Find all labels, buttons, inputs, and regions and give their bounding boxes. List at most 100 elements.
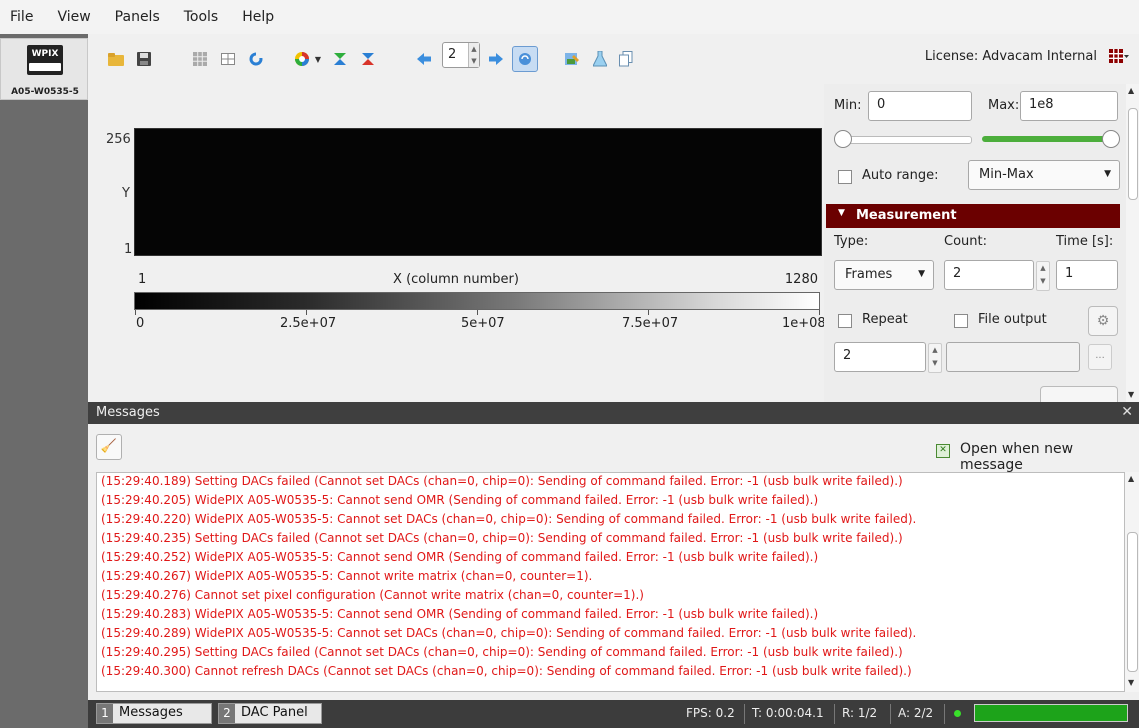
type-label: Type: <box>834 234 869 249</box>
scroll-up-icon[interactable]: ▲ <box>1128 86 1134 95</box>
message-log[interactable]: (15:29:40.189) Setting DACs failed (Cann… <box>96 472 1125 692</box>
open-folder-icon[interactable] <box>108 51 124 67</box>
count-label: Count: <box>944 234 987 249</box>
repeat-checkbox[interactable] <box>838 314 852 328</box>
measurement-section-header[interactable]: ▼ Measurement <box>826 204 1120 228</box>
image-edit-icon[interactable] <box>564 51 580 67</box>
max-slider-track[interactable] <box>982 136 1110 142</box>
image-view: 256 Y 1 1 X (column number) 1280 0 2.5e+… <box>88 84 826 402</box>
device-chip-label: WPIX <box>31 49 59 59</box>
status-divider <box>890 704 891 724</box>
tab-label: Messages <box>119 705 183 720</box>
settings-gear-button[interactable]: ⚙ <box>1088 306 1118 336</box>
messages-title: Messages <box>96 405 160 420</box>
log-scrollbar[interactable]: ▲ ▼ <box>1125 472 1139 692</box>
max-input[interactable]: 1e8 <box>1020 91 1118 121</box>
count-input[interactable]: 2 <box>944 260 1034 290</box>
mask-icon[interactable] <box>360 51 376 67</box>
file-output-label: File output <box>978 312 1047 327</box>
colorbar-tick <box>477 310 478 315</box>
range-mode-select[interactable]: Min-Max ▼ <box>968 160 1120 190</box>
log-line: (15:29:40.289) WidePIX A05-W0535-5: Cann… <box>101 626 917 640</box>
tab-dac-panel[interactable]: 2 DAC Panel <box>218 703 322 724</box>
sync-icon[interactable] <box>512 46 538 72</box>
auto-range-checkbox[interactable] <box>838 170 852 184</box>
arrow-right-icon[interactable] <box>488 51 504 67</box>
log-line: (15:29:40.235) Setting DACs failed (Cann… <box>101 531 903 545</box>
x-axis-max: 1280 <box>784 272 818 287</box>
repeat-label: Repeat <box>862 312 908 327</box>
status-divider <box>944 704 945 724</box>
main-toolbar: ▼ 2 ▲ ▼ License: Advacam Internal <box>88 34 1139 84</box>
file-path-input[interactable] <box>946 342 1080 372</box>
min-label: Min: <box>834 98 862 113</box>
settings-scrollbar[interactable]: ▲ ▼ <box>1126 84 1139 402</box>
menu-tools[interactable]: Tools <box>172 0 231 34</box>
tab-number: 2 <box>219 704 235 723</box>
colorbar-label: 1e+08 <box>782 316 826 331</box>
type-select[interactable]: Frames ▼ <box>834 260 934 290</box>
start-button[interactable] <box>1040 386 1118 403</box>
scroll-down-icon[interactable]: ▼ <box>1128 390 1134 399</box>
auto-range-label: Auto range: <box>862 168 939 183</box>
x-axis-label: X (column number) <box>393 272 519 287</box>
license-label: License: Advacam Internal <box>924 49 1097 64</box>
min-input[interactable]: 0 <box>868 91 972 121</box>
repeat-count-stepper[interactable]: ▲ ▼ <box>928 343 942 373</box>
scroll-up-icon[interactable]: ▲ <box>1128 474 1134 483</box>
save-icon[interactable] <box>136 51 152 67</box>
status-divider <box>744 704 745 724</box>
time-readout: T: 0:00:04.1 <box>752 706 824 720</box>
license-grid-icon[interactable] <box>1109 48 1129 66</box>
gear-icon: ⚙ <box>1096 313 1110 329</box>
status-divider <box>834 704 835 724</box>
detector-image[interactable] <box>134 128 822 256</box>
repeat-count-input[interactable]: 2 <box>834 342 926 372</box>
log-line: (15:29:40.300) Cannot refresh DACs (Cann… <box>101 664 912 678</box>
colorbar-label: 2.5e+07 <box>280 316 337 331</box>
settings-scroll-thumb[interactable] <box>1128 108 1138 200</box>
device-item[interactable]: WPIX A05-W0535-5 <box>0 38 88 100</box>
clear-messages-button[interactable]: 🧹 <box>96 434 122 460</box>
tab-messages[interactable]: 1 Messages <box>96 703 212 724</box>
tab-number: 1 <box>97 704 113 723</box>
refresh-icon[interactable] <box>248 51 264 67</box>
browse-button[interactable]: ... <box>1088 344 1112 370</box>
colorbar-tick <box>648 310 649 315</box>
frame-index-stepper[interactable]: ▲ ▼ <box>468 43 479 67</box>
min-slider-handle[interactable] <box>834 130 852 148</box>
menu-view[interactable]: View <box>45 0 102 34</box>
collapse-arrow-icon: ▼ <box>838 208 845 218</box>
menu-panels[interactable]: Panels <box>103 0 172 34</box>
min-slider-track[interactable] <box>842 136 972 144</box>
log-line: (15:29:40.295) Setting DACs failed (Cann… <box>101 645 903 659</box>
menu-help[interactable]: Help <box>230 0 286 34</box>
log-line: (15:29:40.267) WidePIX A05-W0535-5: Cann… <box>101 569 593 583</box>
copy-icon[interactable] <box>618 51 634 67</box>
open-when-new-label: Open when new message <box>960 441 1074 473</box>
frame-index-spinbox[interactable]: 2 ▲ ▼ <box>442 42 480 68</box>
layout-icon[interactable] <box>220 51 236 67</box>
scroll-down-icon[interactable]: ▼ <box>1128 678 1134 687</box>
log-scroll-thumb[interactable] <box>1127 532 1138 672</box>
file-output-checkbox[interactable] <box>954 314 968 328</box>
chevron-down-icon[interactable]: ▼ <box>310 51 326 67</box>
filter-icon[interactable] <box>332 51 348 67</box>
flask-icon[interactable] <box>592 51 608 67</box>
device-sidebar: WPIX A05-W0535-5 <box>0 34 88 728</box>
count-stepper[interactable]: ▲ ▼ <box>1036 261 1050 291</box>
colorbar-tick <box>135 310 136 315</box>
menu-bar: File View Panels Tools Help <box>0 0 1139 34</box>
fps-readout: FPS: 0.2 <box>686 706 735 720</box>
menu-file[interactable]: File <box>0 0 45 34</box>
time-input[interactable]: 1 <box>1056 260 1118 290</box>
open-when-new-checkbox[interactable]: ✕ <box>936 444 950 458</box>
device-icon: WPIX <box>27 45 63 75</box>
arrow-left-icon[interactable] <box>416 51 432 67</box>
log-line: (15:29:40.283) WidePIX A05-W0535-5: Cann… <box>101 607 819 621</box>
close-icon[interactable]: ✕ <box>1121 404 1133 420</box>
grid-icon[interactable] <box>192 51 208 67</box>
device-name: A05-W0535-5 <box>11 87 79 97</box>
max-slider-handle[interactable] <box>1102 130 1120 148</box>
color-palette-icon[interactable] <box>294 51 310 67</box>
